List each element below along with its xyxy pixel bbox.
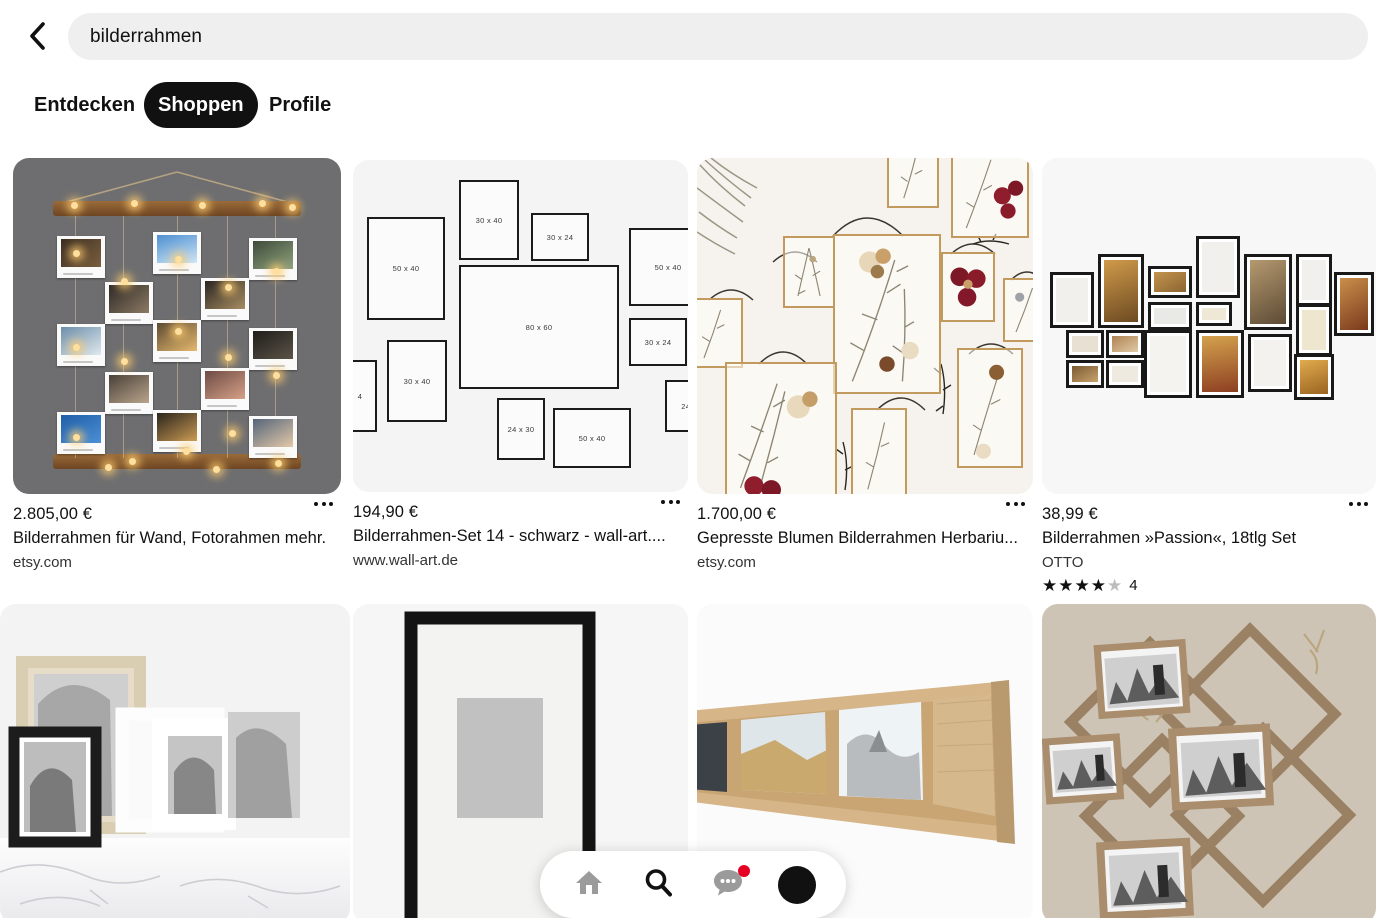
tab-shoppen[interactable]: Shoppen [144,82,258,128]
star-icon: ★ [1058,576,1074,595]
search-tabs: Entdecken Shoppen Profile [0,82,1386,132]
product-card[interactable] [1042,604,1376,918]
polaroid-wall-artwork [13,158,341,494]
product-image[interactable] [697,158,1033,494]
rustic-diamond-collage-artwork [1042,604,1376,918]
frame-size-diagram-artwork: 4 50 x 40 30 x 40 30 x 40 80 x 60 30 x 2… [353,160,688,492]
product-image[interactable] [13,158,341,494]
product-image[interactable] [1042,604,1376,918]
nav-messages-button[interactable] [704,861,752,909]
product-image[interactable] [0,604,350,918]
product-source: www.wall-art.de [353,552,459,569]
unread-badge [737,864,750,877]
product-source: etsy.com [697,554,756,571]
chevron-left-icon [27,21,47,51]
product-title: Bilderrahmen »Passion«, 18tlg Set [1042,529,1297,547]
product-card[interactable]: 1.700,00 € Gepresste Blumen Bilderrahmen… [697,158,1033,573]
product-title: Bilderrahmen für Wand, Fotorahmen mehr..… [13,529,325,547]
back-button[interactable] [20,16,54,56]
product-card[interactable]: 4 50 x 40 30 x 40 30 x 40 80 x 60 30 x 2… [353,160,688,571]
product-price: 194,90 € [353,503,419,521]
nav-home-button[interactable] [565,861,613,909]
more-options-icon[interactable] [1345,498,1372,510]
marble-shelf-frames-artwork [0,604,350,918]
pinterest-search-screen: bilderrahmen Entdecken Shoppen Profile 2… [0,0,1386,918]
product-rating: ★ ★ ★ ★ ★ 4 [1042,577,1376,594]
more-options-icon[interactable] [657,496,684,508]
rating-count: 4 [1129,577,1138,594]
product-meta: 194,90 € Bilderrahmen-Set 14 - schwarz -… [353,492,688,571]
product-meta: 2.805,00 € Bilderrahmen für Wand, Fotora… [13,494,341,573]
product-price: 38,99 € [1042,505,1098,523]
tab-entdecken[interactable]: Entdecken [20,82,149,128]
product-meta: 1.700,00 € Gepresste Blumen Bilderrahmen… [697,494,1033,573]
product-meta: 38,99 € Bilderrahmen »Passion«, 18tlg Se… [1042,494,1376,594]
product-source: OTTO [1042,554,1084,571]
star-icon: ★ [1042,576,1058,595]
tab-profile[interactable]: Profile [255,82,345,128]
product-source: etsy.com [13,554,72,571]
avatar [778,865,817,904]
product-price: 2.805,00 € [13,505,92,523]
bottom-navigation-bar [540,851,846,918]
product-image[interactable] [1042,158,1376,494]
product-image[interactable]: 4 50 x 40 30 x 40 30 x 40 80 x 60 30 x 2… [353,160,688,492]
product-title: Gepresste Blumen Bilderrahmen Herbariu..… [697,529,1017,547]
gallery-wall-artwork [1042,158,1376,494]
star-icon-empty: ★ [1107,576,1123,595]
pressed-flower-frames-artwork [697,158,1033,494]
search-input[interactable]: bilderrahmen [68,13,1368,60]
product-title: Bilderrahmen-Set 14 - schwarz - wall-art… [353,527,666,545]
product-card[interactable]: 2.805,00 € Bilderrahmen für Wand, Fotora… [13,158,341,573]
search-icon [643,867,673,902]
product-card[interactable] [0,604,350,918]
more-options-icon[interactable] [1002,498,1029,510]
star-icon: ★ [1074,576,1090,595]
header: bilderrahmen [0,0,1386,72]
star-icon: ★ [1090,576,1106,595]
more-options-icon[interactable] [310,498,337,510]
search-query-text: bilderrahmen [90,25,203,47]
product-card[interactable]: 38,99 € Bilderrahmen »Passion«, 18tlg Se… [1042,158,1376,594]
product-price: 1.700,00 € [697,505,776,523]
nav-profile-button[interactable] [773,861,821,909]
home-icon [574,868,604,901]
nav-search-button[interactable] [634,861,682,909]
